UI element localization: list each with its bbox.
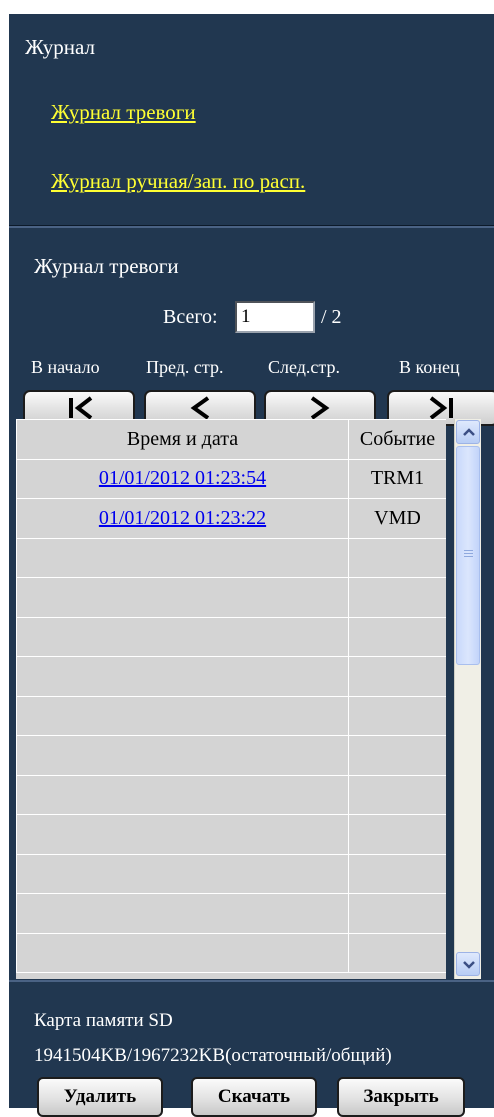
table-cell-time: 01/01/2012 01:23:54 [16,458,349,499]
page-number-input[interactable]: 1 [235,301,315,333]
last-page-label: В конец [399,357,460,377]
bottom-divider [9,980,494,982]
table-row [16,853,446,894]
table-cell-event: VMD [348,498,446,539]
table-row [16,893,446,934]
page-counter: Всего: 1 / 2 [9,301,494,335]
table-row [16,537,446,578]
log-table: Время и дата Событие 01/01/2012 01:23:54… [16,419,446,973]
section-divider-shadow [9,225,494,226]
chevron-up-icon [463,428,475,436]
table-row: 01/01/2012 01:23:22 VMD [16,498,446,539]
table-cell-event [348,893,446,934]
table-cell-time [16,774,349,815]
page-total: / 2 [321,306,342,328]
table-cell-event [348,537,446,578]
sd-card-capacity: 1941504KB/1967232KB(остаточный/общий) [34,1045,392,1066]
page-label: Всего: [163,306,218,328]
alarm-log-table: Время и дата Событие 01/01/2012 01:23:54… [16,419,446,979]
log-entry-link[interactable]: 01/01/2012 01:23:22 [99,507,266,529]
table-cell-time [16,932,349,973]
table-row [16,932,446,973]
table-cell-time [16,616,349,657]
table-cell-event [348,814,446,855]
table-cell-event [348,695,446,736]
first-page-label: В начало [31,357,100,377]
table-header-row: Время и дата Событие [16,419,446,460]
chevron-down-icon [463,961,475,969]
table-cell-time [16,853,349,894]
next-page-label: След.стр. [268,357,340,377]
table-row [16,735,446,776]
table-cell-event [348,656,446,697]
table-cell-event [348,616,446,657]
alarm-log-link[interactable]: Журнал тревоги [51,100,196,125]
table-row [16,656,446,697]
close-button[interactable]: Закрыть [337,1077,465,1117]
scroll-grip-icon [464,550,473,559]
table-cell-time [16,893,349,934]
table-cell-time [16,537,349,578]
log-panel: Журнал Журнал тревоги Журнал ручная/зап.… [9,14,494,1117]
table-cell-event [348,577,446,618]
table-cell-event: TRM1 [348,458,446,499]
column-header-event: Событие [348,419,446,460]
table-cell-time [16,577,349,618]
table-scrollbar[interactable] [454,419,481,979]
table-row [16,577,446,618]
journal-title: Журнал [25,35,96,59]
sd-card-label: Карта памяти SD [34,1010,173,1031]
table-cell-time [16,735,349,776]
table-cell-time [16,814,349,855]
prev-page-label: Пред. стр. [146,357,224,377]
log-entry-link[interactable]: 01/01/2012 01:23:54 [99,467,266,489]
column-header-time: Время и дата [16,419,349,460]
delete-button[interactable]: Удалить [37,1077,163,1117]
table-cell-event [348,774,446,815]
table-row [16,814,446,855]
table-cell-time [16,656,349,697]
section-divider [9,226,494,228]
table-cell-time [16,695,349,736]
manual-schedule-log-link[interactable]: Журнал ручная/зап. по расп. [51,169,305,194]
window-frame: Журнал Журнал тревоги Журнал ручная/зап.… [0,0,494,1117]
table-row [16,774,446,815]
alarm-log-title: Журнал тревоги [34,254,179,278]
table-cell-event [348,853,446,894]
scroll-thumb[interactable] [456,446,480,665]
table-cell-time: 01/01/2012 01:23:22 [16,498,349,539]
scroll-up-button[interactable] [456,420,480,444]
scroll-down-button[interactable] [456,952,480,976]
table-row [16,616,446,657]
table-cell-event [348,735,446,776]
table-row: 01/01/2012 01:23:54 TRM1 [16,458,446,499]
table-row [16,695,446,736]
table-cell-event [348,932,446,973]
download-button[interactable]: Скачать [191,1077,317,1117]
